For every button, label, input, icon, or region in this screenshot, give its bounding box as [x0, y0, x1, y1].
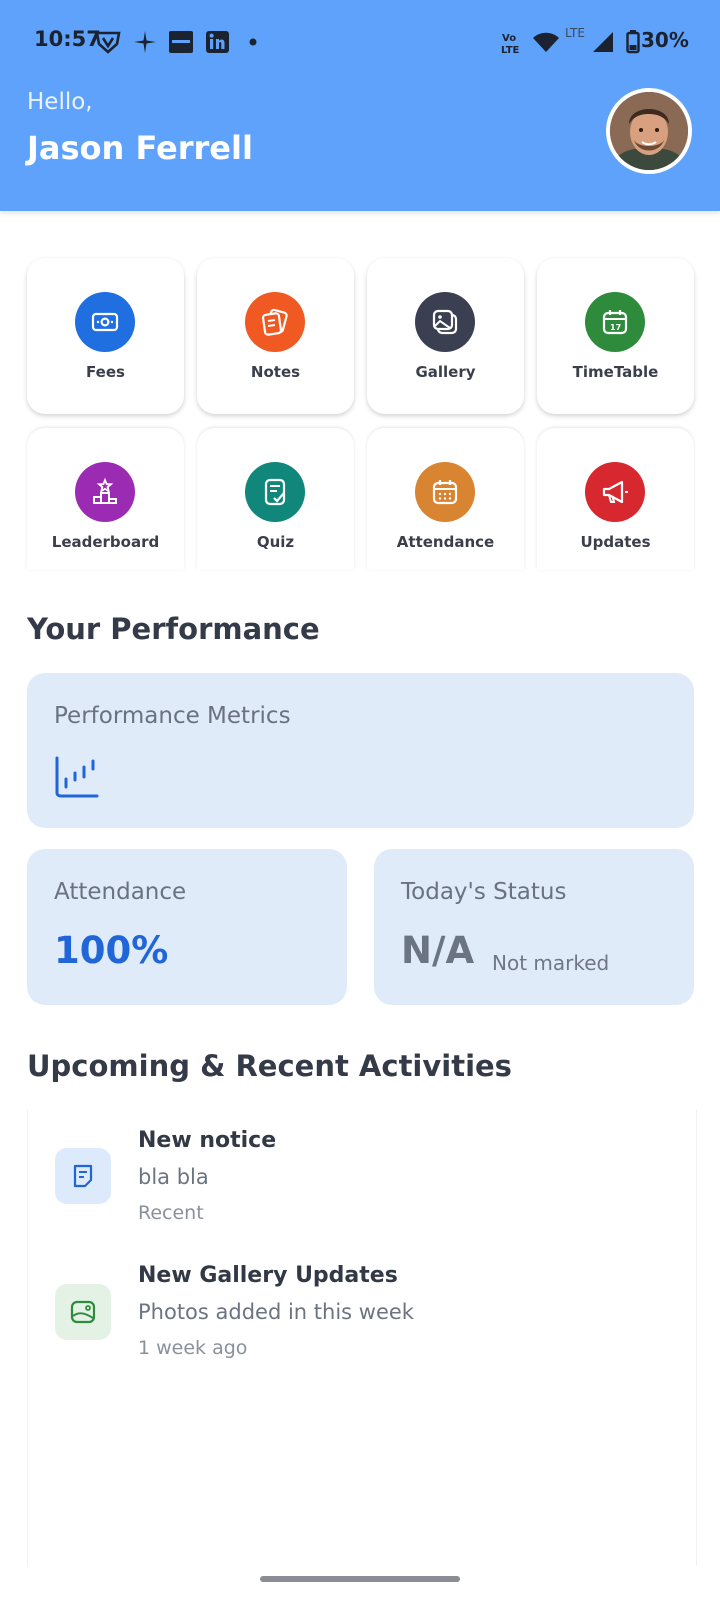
user-name: Jason Ferrell — [27, 129, 253, 167]
menu-leaderboard[interactable]: Leaderboard — [27, 428, 184, 570]
header: 10:57 Vo LTE LTE 30% Hello, Jason Ferrel… — [0, 0, 720, 211]
wallet-icon — [91, 312, 119, 332]
activity-subtitle: Photos added in this week — [138, 1300, 414, 1324]
menu-attendance[interactable]: Attendance — [367, 428, 524, 570]
status-time: 10:57 — [34, 27, 101, 51]
battery-level: 30% — [641, 28, 689, 52]
activity-icon-bg — [55, 1148, 111, 1204]
menu-label: Fees — [86, 363, 125, 381]
avatar[interactable] — [606, 88, 692, 174]
metrics-title: Performance Metrics — [54, 703, 291, 729]
activities-title: Upcoming & Recent Activities — [27, 1049, 512, 1083]
home-indicator[interactable] — [260, 1576, 460, 1582]
menu-label: Gallery — [415, 363, 476, 381]
volte-icon: Vo LTE — [501, 33, 520, 56]
svg-text:LTE: LTE — [501, 45, 520, 56]
menu-notes[interactable]: Notes — [197, 258, 354, 414]
performance-metrics-card[interactable]: Performance Metrics — [27, 673, 694, 828]
todays-status-card[interactable]: Today's Status N/A Not marked — [374, 849, 694, 1005]
status-label: Today's Status — [401, 879, 567, 905]
battery-icon — [626, 30, 640, 54]
leaderboard-icon-circle — [75, 462, 135, 522]
menu-label: Attendance — [396, 533, 495, 551]
menu-label: Leaderboard — [51, 533, 160, 551]
profile-photo — [610, 92, 688, 170]
activity-icon-bg — [55, 1284, 111, 1340]
more-notifications-dot-icon — [249, 38, 257, 46]
status-bar: 10:57 Vo LTE LTE 30% — [0, 0, 720, 84]
attendance-value: 100% — [54, 929, 169, 972]
activity-time: 1 week ago — [138, 1337, 248, 1359]
notice-icon — [73, 1164, 93, 1188]
attendance-icon-circle — [415, 462, 475, 522]
menu-label: Updates — [580, 533, 651, 551]
greeting-text: Hello, — [27, 89, 93, 115]
performance-title: Your Performance — [27, 612, 320, 646]
menu-quiz[interactable]: Quiz — [197, 428, 354, 570]
activities-list: New notice bla bla Recent New Gallery Up… — [27, 1110, 697, 1566]
gallery-icon — [432, 309, 458, 335]
app-notification-icon — [169, 31, 193, 53]
wifi-icon — [533, 32, 559, 52]
gallery-update-icon — [70, 1300, 96, 1324]
menu-updates[interactable]: Updates — [537, 428, 694, 570]
menu-label: Notes — [250, 363, 301, 381]
lte-signal-icon: LTE — [565, 26, 613, 52]
updates-icon-circle — [585, 462, 645, 522]
calendar-icon: 17 — [602, 310, 628, 335]
menu-label: Quiz — [256, 533, 295, 551]
attendance-card[interactable]: Attendance 100% — [27, 849, 347, 1005]
gallery-icon-circle — [415, 292, 475, 352]
activity-title: New notice — [138, 1128, 277, 1153]
attendance-label: Attendance — [54, 879, 187, 905]
notes-icon-circle — [245, 292, 305, 352]
status-value: N/A — [401, 929, 475, 972]
activity-title: New Gallery Updates — [138, 1263, 398, 1288]
activity-time: Recent — [138, 1202, 204, 1224]
timetable-icon-circle: 17 — [585, 292, 645, 352]
fees-icon-circle — [75, 292, 135, 352]
menu-label: TimeTable — [572, 363, 659, 381]
sparkle-icon — [134, 31, 156, 53]
svg-text:LTE: LTE — [565, 26, 585, 40]
activity-subtitle: bla bla — [138, 1165, 209, 1189]
menu-fees[interactable]: Fees — [27, 258, 184, 414]
menu-gallery[interactable]: Gallery — [367, 258, 524, 414]
quiz-icon-circle — [245, 462, 305, 522]
vpn-shield-icon — [95, 31, 121, 54]
chart-icon — [55, 756, 99, 798]
menu-timetable[interactable]: 17 TimeTable — [537, 258, 694, 414]
status-note: Not marked — [492, 951, 610, 975]
svg-text:Vo: Vo — [502, 33, 516, 44]
podium-icon — [93, 477, 117, 504]
notes-icon — [261, 308, 288, 336]
attendance-calendar-icon — [432, 480, 458, 505]
megaphone-icon — [602, 480, 628, 504]
quiz-icon — [264, 478, 286, 506]
linkedin-icon — [206, 31, 229, 53]
svg-text:17: 17 — [610, 323, 621, 332]
